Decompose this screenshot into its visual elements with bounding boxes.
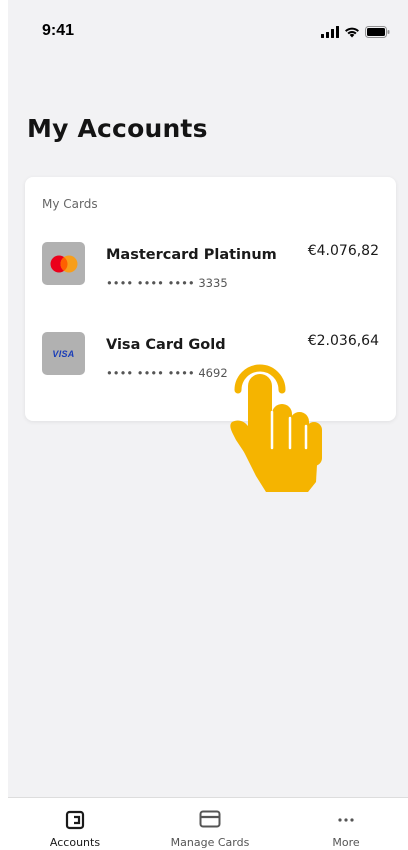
bottom-tab-bar: Accounts Manage Cards More (8, 797, 408, 850)
mastercard-logo-icon (50, 255, 77, 272)
status-time: 9:41 (42, 22, 75, 39)
tab-more[interactable]: More (291, 798, 401, 850)
tab-label: Accounts (49, 836, 101, 849)
tab-accounts[interactable]: Accounts (20, 798, 130, 850)
card-balance: €4.076,82 (307, 243, 379, 259)
card-thumbnail: VISA (42, 332, 85, 375)
credit-card-icon (199, 810, 221, 828)
section-label: My Cards (42, 197, 98, 211)
tab-label: More (332, 836, 360, 849)
card-name: Mastercard Platinum (106, 247, 277, 263)
card-number: •••• •••• •••• 3335 (106, 276, 228, 290)
my-cards-panel: My Cards Mastercard Platinum •••• •••• •… (25, 177, 396, 421)
tab-manage-cards[interactable]: Manage Cards (155, 798, 265, 850)
battery-icon (365, 26, 390, 38)
wallet-icon (65, 810, 85, 830)
cellular-signal-icon (321, 26, 339, 38)
more-dots-icon (338, 818, 354, 822)
status-bar: 9:41 (8, 0, 408, 70)
wifi-icon (345, 27, 359, 38)
phone-screen: 9:41 My Accounts My Cards Mastercard Pla… (8, 0, 408, 850)
page-title: My Accounts (27, 114, 208, 143)
status-icons (321, 26, 390, 38)
card-row-visa[interactable]: VISA Visa Card Gold •••• •••• •••• 4692 … (25, 325, 396, 395)
card-row-mastercard[interactable]: Mastercard Platinum •••• •••• •••• 3335 … (25, 235, 396, 305)
card-name: Visa Card Gold (106, 337, 226, 353)
card-balance: €2.036,64 (307, 333, 379, 349)
visa-logo-icon: VISA (52, 348, 75, 359)
tap-gesture-hand-icon (230, 364, 322, 492)
tab-label: Manage Cards (170, 836, 250, 849)
card-number: •••• •••• •••• 4692 (106, 366, 228, 380)
card-thumbnail (42, 242, 85, 285)
